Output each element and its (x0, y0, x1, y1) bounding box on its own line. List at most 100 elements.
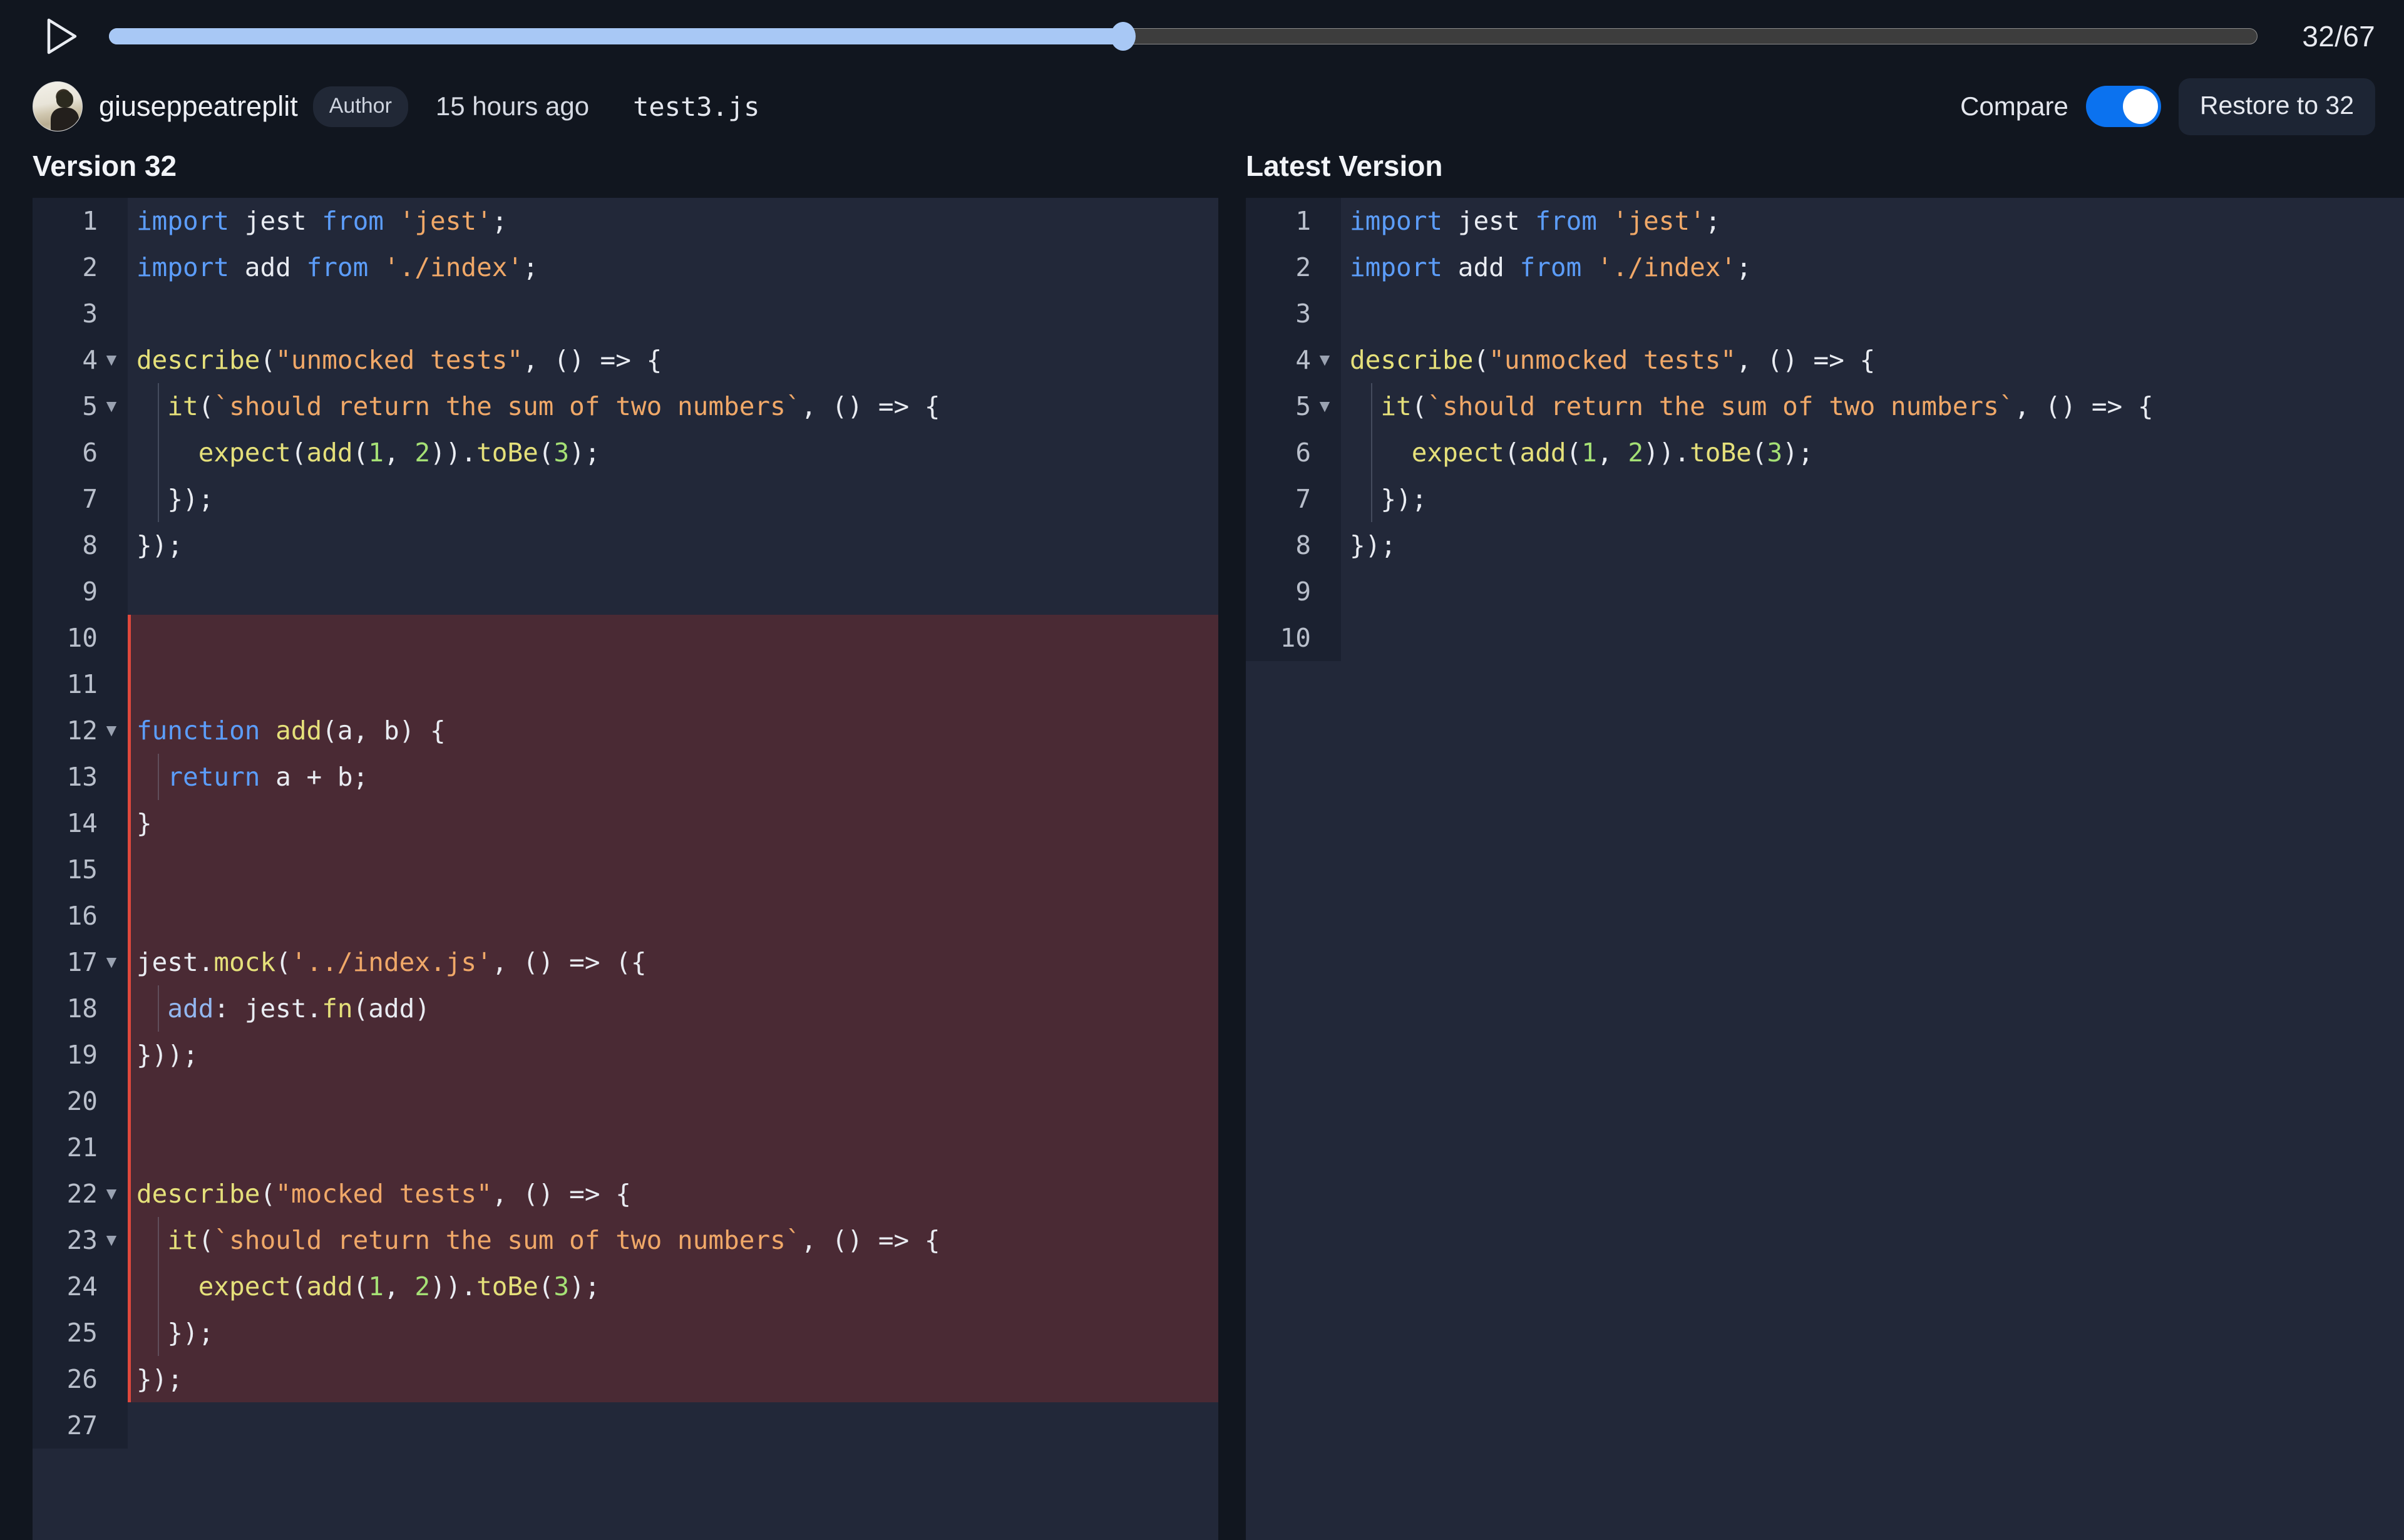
code-text[interactable]: function add(a, b) { (128, 707, 1218, 754)
code-line[interactable]: 27▼ (33, 1402, 1218, 1449)
code-line[interactable]: 6▼ expect(add(1, 2)).toBe(3); (1246, 429, 2404, 476)
code-line[interactable]: 15▼ (33, 846, 1218, 893)
code-text[interactable] (1341, 568, 2404, 615)
fold-chevron-down-icon[interactable]: ▼ (1311, 398, 1338, 415)
slider-thumb[interactable] (1111, 22, 1136, 51)
line-number: 14 (59, 811, 98, 836)
code-line[interactable]: 26▼}); (33, 1356, 1218, 1402)
code-text[interactable] (128, 846, 1218, 893)
code-line[interactable]: 12▼function add(a, b) { (33, 707, 1218, 754)
code-text[interactable] (128, 615, 1218, 661)
code-line[interactable]: 21▼ (33, 1124, 1218, 1171)
play-button[interactable] (39, 13, 85, 59)
code-line[interactable]: 8▼}); (1246, 522, 2404, 568)
code-text[interactable] (128, 661, 1218, 707)
code-token: import (136, 252, 229, 282)
code-line[interactable]: 2▼import add from './index'; (1246, 244, 2404, 290)
code-line[interactable]: 24▼ expect(add(1, 2)).toBe(3); (33, 1263, 1218, 1310)
code-line[interactable]: 7▼ }); (33, 476, 1218, 522)
code-line[interactable]: 25▼ }); (33, 1310, 1218, 1356)
code-text[interactable]: }); (128, 476, 1218, 522)
code-line[interactable]: 11▼ (33, 661, 1218, 707)
code-line[interactable]: 18▼ add: jest.fn(add) (33, 985, 1218, 1032)
code-line[interactable]: 9▼ (33, 568, 1218, 615)
code-text[interactable]: import jest from 'jest'; (1341, 198, 2404, 244)
code-text[interactable]: expect(add(1, 2)).toBe(3); (128, 429, 1218, 476)
version-slider[interactable] (109, 24, 2258, 49)
code-text[interactable] (128, 1078, 1218, 1124)
right-code-editor[interactable]: 1▼import jest from 'jest';2▼import add f… (1246, 198, 2404, 1540)
code-text[interactable]: it(`should return the sum of two numbers… (128, 383, 1218, 429)
code-text[interactable]: }); (128, 1310, 1218, 1356)
code-line[interactable]: 2▼import add from './index'; (33, 244, 1218, 290)
code-text[interactable]: }); (1341, 476, 2404, 522)
code-text[interactable] (1341, 290, 2404, 337)
fold-chevron-down-icon[interactable]: ▼ (98, 1185, 125, 1203)
code-token: )). (430, 1271, 476, 1301)
fold-chevron-down-icon[interactable]: ▼ (1311, 351, 1338, 369)
code-line[interactable]: 20▼ (33, 1078, 1218, 1124)
code-line[interactable]: 22▼describe("mocked tests", () => { (33, 1171, 1218, 1217)
code-text[interactable]: it(`should return the sum of two numbers… (128, 1217, 1218, 1263)
code-text[interactable]: describe("mocked tests", () => { (128, 1171, 1218, 1217)
code-line[interactable]: 13▼ return a + b; (33, 754, 1218, 800)
code-text[interactable] (128, 1124, 1218, 1171)
code-text[interactable]: it(`should return the sum of two numbers… (1341, 383, 2404, 429)
code-line[interactable]: 3▼ (1246, 290, 2404, 337)
code-text[interactable]: }); (1341, 522, 2404, 568)
code-line[interactable]: 10▼ (33, 615, 1218, 661)
code-line[interactable]: 17▼jest.mock('../index.js', () => ({ (33, 939, 1218, 985)
code-line[interactable]: 5▼ it(`should return the sum of two numb… (33, 383, 1218, 429)
code-text[interactable]: expect(add(1, 2)).toBe(3); (1341, 429, 2404, 476)
code-text[interactable]: }); (128, 1356, 1218, 1402)
code-line[interactable]: 1▼import jest from 'jest'; (1246, 198, 2404, 244)
code-text[interactable]: jest.mock('../index.js', () => ({ (128, 939, 1218, 985)
code-token: }); (136, 1364, 183, 1394)
fold-chevron-down-icon[interactable]: ▼ (98, 351, 125, 369)
code-token: ); (569, 438, 600, 468)
code-text[interactable]: expect(add(1, 2)).toBe(3); (128, 1263, 1218, 1310)
line-gutter: 20▼ (33, 1078, 128, 1124)
code-text[interactable] (128, 1402, 1218, 1449)
line-gutter: 8▼ (1246, 522, 1341, 568)
code-text[interactable] (1341, 615, 2404, 661)
code-text[interactable]: }); (128, 522, 1218, 568)
code-text[interactable] (128, 290, 1218, 337)
left-code-editor[interactable]: 1▼import jest from 'jest';2▼import add f… (33, 198, 1218, 1540)
code-text[interactable]: import add from './index'; (1341, 244, 2404, 290)
code-text[interactable]: describe("unmocked tests", () => { (128, 337, 1218, 383)
code-text[interactable] (128, 893, 1218, 939)
code-text[interactable]: } (128, 800, 1218, 846)
code-line[interactable]: 3▼ (33, 290, 1218, 337)
code-token: jest. (136, 947, 213, 977)
code-line[interactable]: 14▼} (33, 800, 1218, 846)
code-line[interactable]: 7▼ }); (1246, 476, 2404, 522)
code-line[interactable]: 4▼describe("unmocked tests", () => { (1246, 337, 2404, 383)
fold-chevron-down-icon[interactable]: ▼ (98, 398, 125, 415)
code-text[interactable]: })); (128, 1032, 1218, 1078)
code-line[interactable]: 23▼ it(`should return the sum of two num… (33, 1217, 1218, 1263)
code-text[interactable]: import jest from 'jest'; (128, 198, 1218, 244)
code-line[interactable]: 16▼ (33, 893, 1218, 939)
fold-chevron-down-icon[interactable]: ▼ (98, 1231, 125, 1249)
code-text[interactable]: add: jest.fn(add) (128, 985, 1218, 1032)
code-text[interactable]: import add from './index'; (128, 244, 1218, 290)
fold-chevron-down-icon[interactable]: ▼ (98, 953, 125, 971)
code-line[interactable]: 8▼}); (33, 522, 1218, 568)
fold-chevron-down-icon[interactable]: ▼ (98, 722, 125, 739)
code-line[interactable]: 5▼ it(`should return the sum of two numb… (1246, 383, 2404, 429)
code-token: "unmocked tests" (1489, 345, 1736, 375)
code-text[interactable] (128, 568, 1218, 615)
code-line[interactable]: 1▼import jest from 'jest'; (33, 198, 1218, 244)
code-text[interactable]: describe("unmocked tests", () => { (1341, 337, 2404, 383)
code-line[interactable]: 9▼ (1246, 568, 2404, 615)
code-token: ( (1752, 438, 1767, 468)
code-line[interactable]: 19▼})); (33, 1032, 1218, 1078)
code-line[interactable]: 6▼ expect(add(1, 2)).toBe(3); (33, 429, 1218, 476)
code-text[interactable]: return a + b; (128, 754, 1218, 800)
restore-button[interactable]: Restore to 32 (2179, 78, 2375, 135)
code-line[interactable]: 4▼describe("unmocked tests", () => { (33, 337, 1218, 383)
compare-toggle[interactable] (2086, 86, 2161, 127)
line-number: 16 (59, 903, 98, 929)
code-line[interactable]: 10▼ (1246, 615, 2404, 661)
